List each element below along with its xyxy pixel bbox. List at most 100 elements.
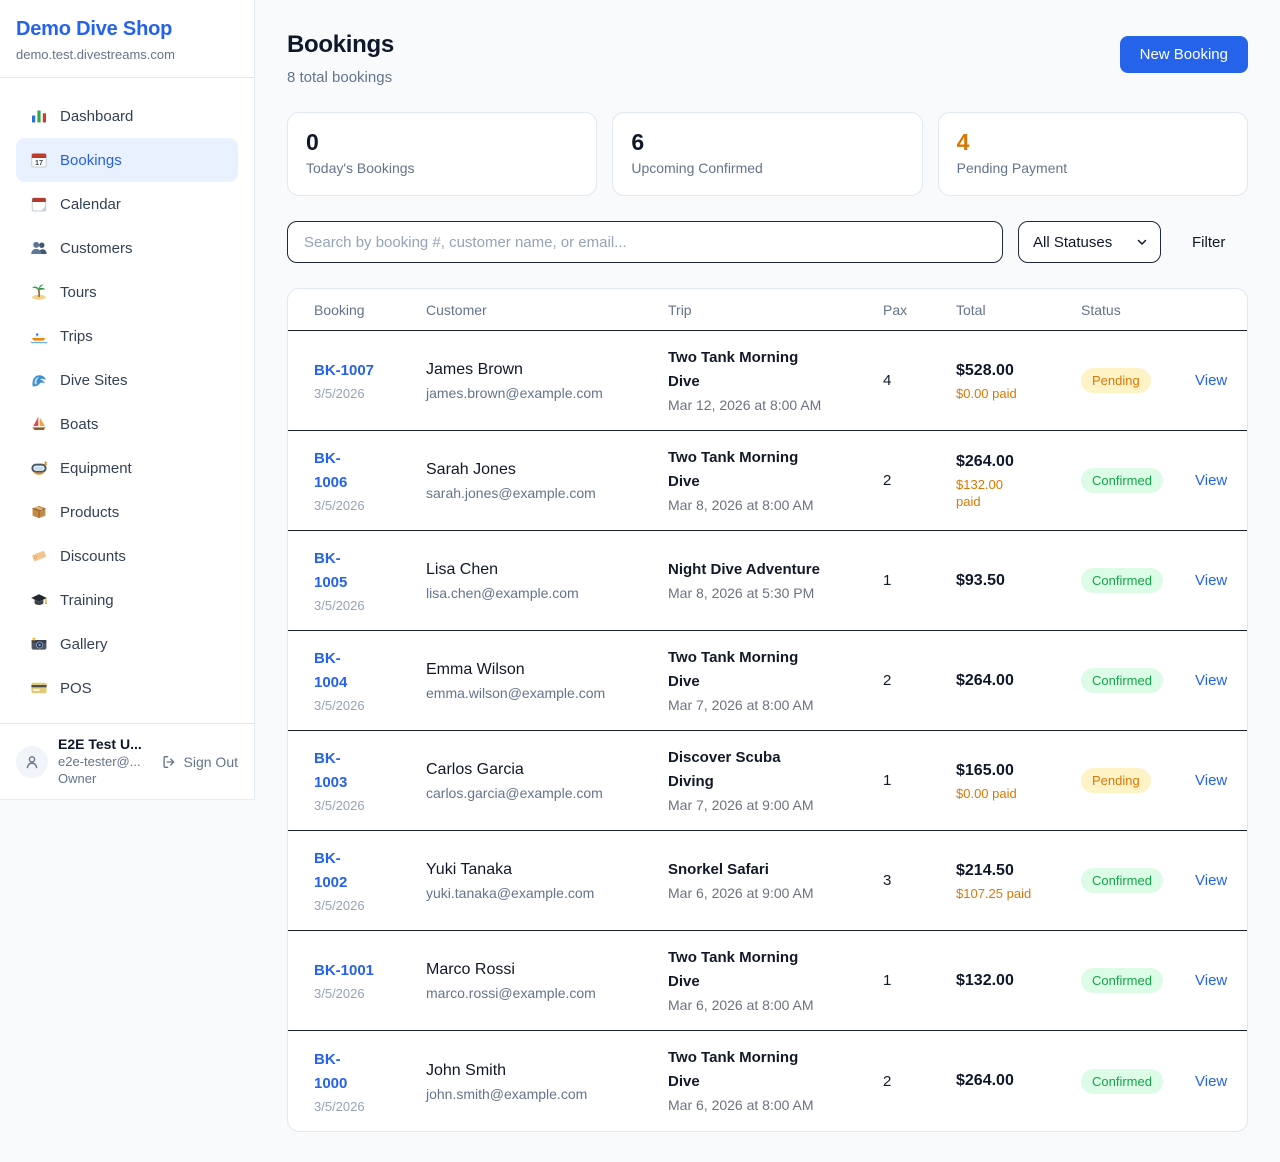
pax-count: 2 [883,472,956,489]
total-amount: $165.00 [956,760,1081,782]
pax-count: 3 [883,872,956,889]
total-amount: $264.00 [956,670,1081,692]
view-link[interactable]: View [1195,372,1227,389]
booking-cell: BK- 1004 3/5/2026 [314,647,426,714]
booking-date: 3/5/2026 [314,497,426,514]
filter-button[interactable]: Filter [1192,234,1225,251]
view-link[interactable]: View [1195,972,1227,989]
trip-name: Two Tank Morning Dive [668,346,883,394]
trip-datetime: Mar 7, 2026 at 9:00 AM [668,795,883,816]
sidebar-item-tours[interactable]: Tours [16,270,238,314]
total-cell: $528.00$0.00 paid [956,360,1081,402]
customer-cell: John Smithjohn.smith@example.com [426,1059,668,1104]
booking-date: 3/5/2026 [314,1098,426,1115]
sidebar-item-dashboard[interactable]: Dashboard [16,94,238,138]
booking-cell: BK- 1000 3/5/2026 [314,1048,426,1115]
booking-id-link[interactable]: BK-1001 [314,959,426,983]
trip-datetime: Mar 7, 2026 at 8:00 AM [668,695,883,716]
sidebar-item-trips[interactable]: Trips [16,314,238,358]
booking-cell: BK- 10033/5/2026 [314,747,426,814]
booking-date: 3/5/2026 [314,897,426,914]
graduation-cap-icon [30,591,48,609]
paid-amount: $132.00 paid [956,476,1081,510]
speedboat-icon [30,327,48,345]
trip-datetime: Mar 8, 2026 at 5:30 PM [668,583,883,604]
user-name: E2E Test U... [58,736,151,753]
customer-cell: Lisa Chenlisa.chen@example.com [426,558,668,603]
view-link[interactable]: View [1195,472,1227,489]
sidebar-item-label: Boats [60,416,98,433]
customer-email: carlos.garcia@example.com [426,783,668,803]
total-amount: $264.00 [956,451,1081,473]
status-filter-value: All Statuses [1033,234,1112,251]
booking-id-link[interactable]: BK- 1004 [314,647,426,695]
status-filter-select[interactable]: All Statuses [1018,221,1161,263]
pax-count: 1 [883,772,956,789]
booking-cell: BK- 1002 3/5/2026 [314,847,426,914]
view-link[interactable]: View [1195,772,1227,789]
table-row: BK- 10053/5/2026Lisa Chenlisa.chen@examp… [288,531,1247,631]
sidebar-item-label: Bookings [60,152,122,169]
sidebar-item-pos[interactable]: POS [16,666,238,710]
column-header-total: Total [956,302,1081,318]
user-role: Owner [58,770,151,787]
view-link[interactable]: View [1195,672,1227,689]
sidebar-item-label: Dive Sites [60,372,128,389]
sidebar-item-boats[interactable]: Boats [16,402,238,446]
stat-card: 4Pending Payment [938,112,1248,196]
sidebar-item-gallery[interactable]: Gallery [16,622,238,666]
status-badge: Pending [1081,768,1151,793]
sign-out-button[interactable]: Sign Out [161,754,238,770]
sidebar-header: Demo Dive Shop demo.test.divestreams.com [0,0,254,78]
sidebar-item-discounts[interactable]: Discounts [16,534,238,578]
sidebar-item-calendar[interactable]: Calendar [16,182,238,226]
shop-name-link[interactable]: Demo Dive Shop [16,18,238,41]
chevron-down-icon [1136,236,1148,248]
customer-name: Lisa Chen [426,558,668,582]
user-info: E2E Test U... e2e-tester@... Owner [58,736,151,787]
customer-email: yuki.tanaka@example.com [426,883,668,903]
status-badge: Confirmed [1081,568,1163,593]
tag-icon [30,547,48,565]
stat-value: 0 [306,127,578,157]
stat-label: Today's Bookings [306,160,578,176]
status-cell: Confirmed [1081,568,1195,593]
sidebar-item-products[interactable]: Products [16,490,238,534]
customer-cell: James Brownjames.brown@example.com [426,358,668,403]
booking-id-link[interactable]: BK- 1005 [314,547,426,595]
trip-cell: Snorkel SafariMar 6, 2026 at 9:00 AM [668,858,883,904]
trip-name: Snorkel Safari [668,858,883,882]
sidebar-item-training[interactable]: Training [16,578,238,622]
customer-name: James Brown [426,358,668,382]
sign-out-icon [161,754,177,770]
pax-count: 1 [883,972,956,989]
trip-name: Two Tank Morning Dive [668,646,883,694]
sidebar-item-dive-sites[interactable]: Dive Sites [16,358,238,402]
booking-id-link[interactable]: BK- 1006 [314,447,426,495]
view-link[interactable]: View [1195,1073,1227,1090]
new-booking-button[interactable]: New Booking [1120,36,1248,73]
paid-amount: $0.00 paid [956,385,1081,402]
search-input[interactable] [287,221,1003,263]
sidebar-item-customers[interactable]: Customers [16,226,238,270]
total-cell: $165.00$0.00 paid [956,760,1081,802]
sidebar-item-label: POS [60,680,92,697]
trip-cell: Night Dive AdventureMar 8, 2026 at 5:30 … [668,558,883,604]
view-link[interactable]: View [1195,872,1227,889]
sidebar-item-bookings[interactable]: 17 Bookings [16,138,238,182]
customer-name: Carlos Garcia [426,758,668,782]
sidebar-item-equipment[interactable]: Equipment [16,446,238,490]
camera-icon [30,635,48,653]
booking-id-link[interactable]: BK- 1003 [314,747,426,795]
booking-id-link[interactable]: BK-1007 [314,359,426,383]
booking-id-link[interactable]: BK- 1000 [314,1048,426,1096]
booking-date: 3/5/2026 [314,697,426,714]
status-cell: Confirmed [1081,668,1195,693]
trip-cell: Two Tank Morning DiveMar 12, 2026 at 8:0… [668,346,883,416]
sailboat-icon [30,415,48,433]
filter-row: All Statuses Filter [287,221,1248,263]
sidebar-item-label: Products [60,504,119,521]
booking-id-link[interactable]: BK- 1002 [314,847,426,895]
svg-text:17: 17 [35,158,43,167]
view-link[interactable]: View [1195,572,1227,589]
